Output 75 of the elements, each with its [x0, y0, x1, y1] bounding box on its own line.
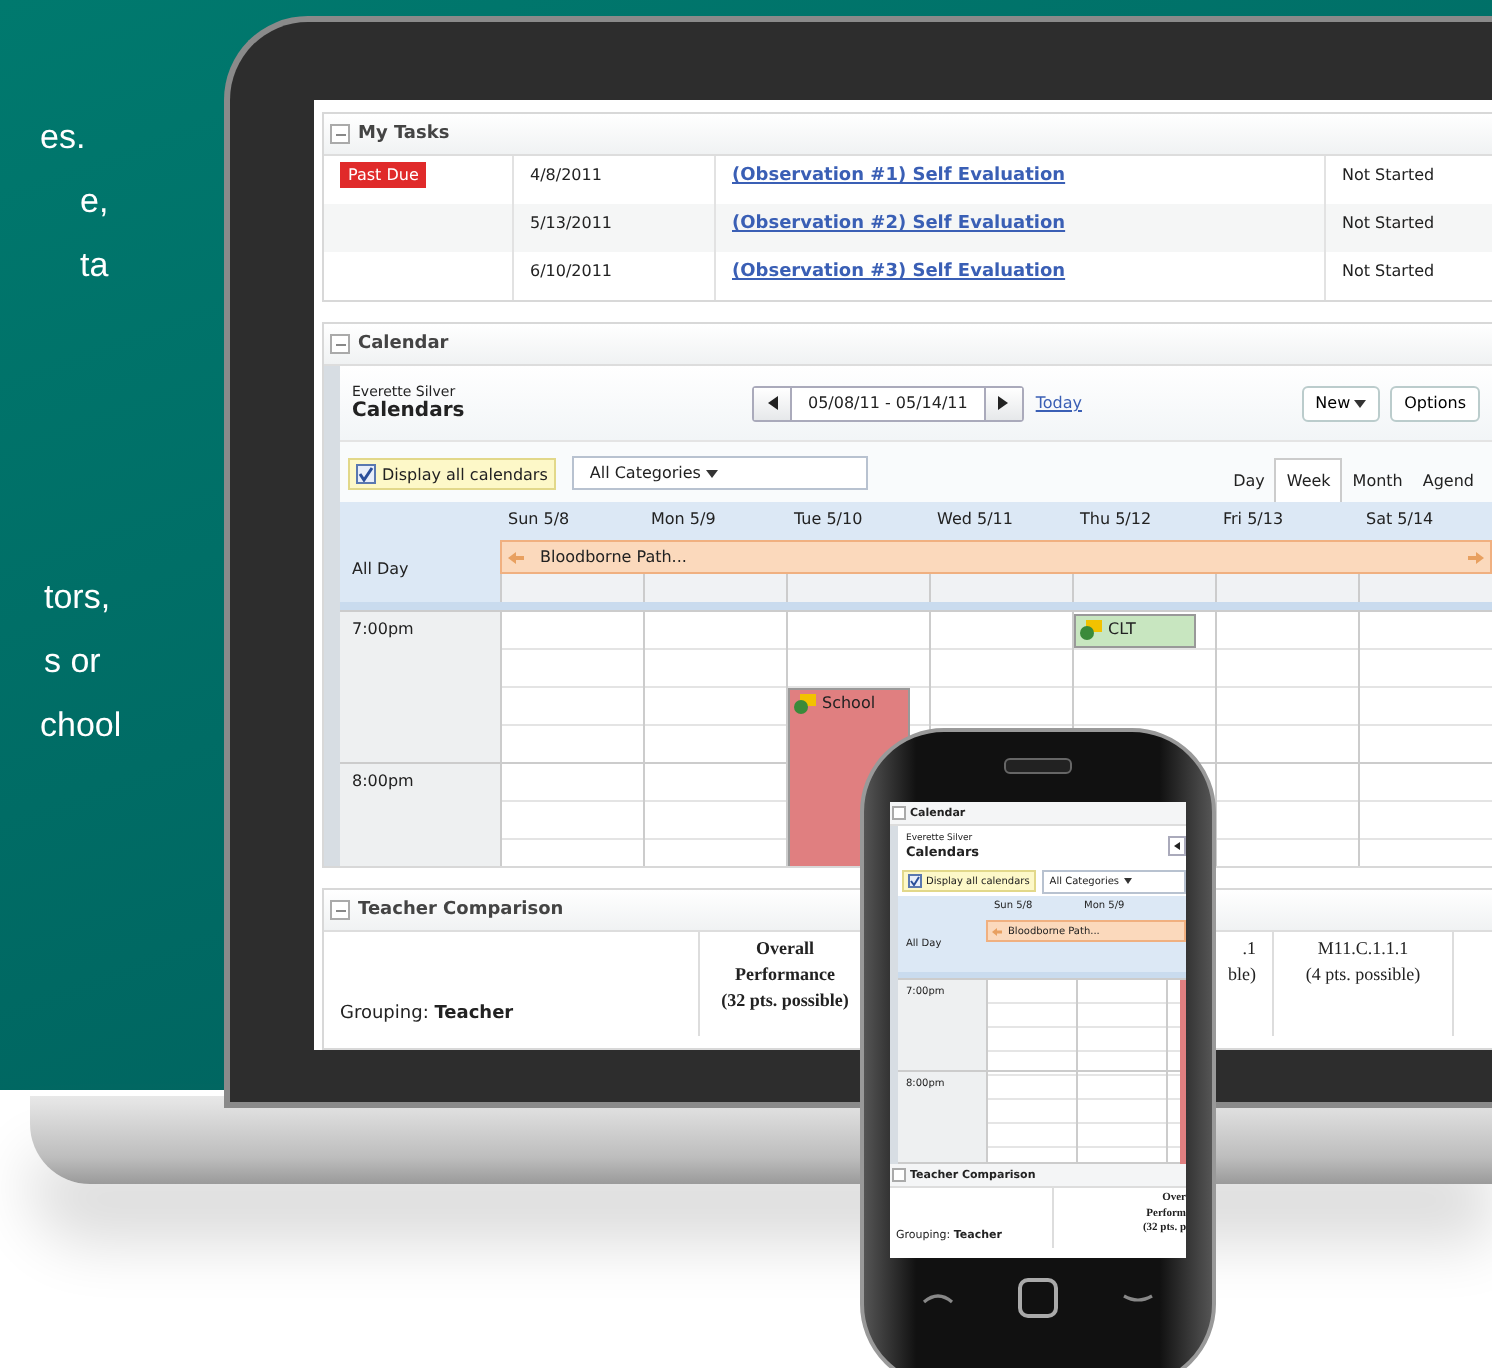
left-triangle-icon: [767, 396, 777, 410]
day-header: Tue 5/10: [794, 509, 863, 527]
day-header: Thu 5/12: [1080, 509, 1152, 527]
time-label: 7:00pm: [352, 620, 414, 638]
banner-text: ta: [80, 244, 111, 288]
options-button[interactable]: Options: [1390, 385, 1480, 421]
right-arrow-icon: [1468, 551, 1484, 563]
banner-text: chool: [40, 704, 124, 748]
task-date: 6/10/2011: [530, 262, 613, 280]
collapse-icon[interactable]: [330, 124, 350, 144]
task-date: 4/8/2011: [530, 166, 602, 184]
previous-button[interactable]: [1168, 836, 1186, 856]
day-header: Wed 5/11: [937, 509, 1013, 527]
checkmark-icon: [358, 466, 374, 482]
home-button[interactable]: [1018, 1278, 1058, 1318]
time-label: 8:00pm: [352, 772, 414, 790]
collapse-icon[interactable]: [330, 334, 350, 354]
column-heading: ble): [1228, 962, 1256, 988]
calendar-event[interactable]: CLT: [1074, 614, 1196, 648]
previous-button[interactable]: [754, 387, 790, 419]
column-heading: Overall: [756, 936, 814, 962]
left-arrow-icon: [508, 551, 524, 563]
view-tab[interactable]: Day: [1223, 458, 1275, 502]
banner-text: tors,: [44, 576, 113, 620]
right-triangle-icon: [998, 396, 1009, 410]
task-link[interactable]: (Observation #3) Self Evaluation: [732, 262, 1066, 282]
grouping-text: Grouping: Teacher: [340, 1004, 514, 1024]
panel-title: Calendar: [358, 334, 449, 354]
day-header: Sat 5/14: [1366, 509, 1434, 527]
checkbox[interactable]: [356, 464, 376, 484]
past-due-badge: Past Due: [340, 162, 427, 188]
column-heading: Performance: [735, 962, 835, 988]
day-header: Mon 5/9: [651, 509, 716, 527]
caret-icon: [1123, 878, 1132, 884]
day-header: Sun 5/8: [508, 509, 570, 527]
view-tab[interactable]: Week: [1274, 458, 1343, 502]
column-heading: (32 pts. possible): [721, 988, 849, 1014]
checkmark-icon: [910, 876, 920, 886]
task-link[interactable]: (Observation #2) Self Evaluation: [732, 214, 1066, 234]
checkbox-label: Display all calendars: [382, 465, 548, 483]
event-icon: [794, 694, 816, 714]
checkbox[interactable]: [908, 874, 922, 888]
task-status: Not Started: [1342, 214, 1435, 232]
column-heading: .1: [1242, 936, 1256, 962]
panel-title: Teacher Comparison: [358, 900, 564, 920]
panel-title: My Tasks: [358, 124, 450, 144]
task-date: 5/13/2011: [530, 214, 613, 232]
caret-icon: [706, 469, 719, 477]
category-dropdown[interactable]: All Categories: [571, 456, 868, 490]
left-triangle-icon: [1174, 842, 1180, 850]
view-tab[interactable]: Agend: [1412, 458, 1484, 502]
banner-text: s or: [44, 640, 103, 684]
column-heading: M11.C.1.1.1: [1317, 936, 1409, 962]
new-button[interactable]: New: [1301, 385, 1381, 421]
column-heading: (4 pts. possible): [1305, 962, 1421, 988]
banner-text: es.: [40, 116, 88, 160]
banner-text: e,: [80, 180, 111, 224]
task-link[interactable]: (Observation #1) Self Evaluation: [732, 166, 1066, 186]
display-all-checkbox[interactable]: Display all calendars: [348, 458, 556, 490]
all-day-label: All Day: [352, 559, 409, 577]
call-icon[interactable]: [922, 1292, 954, 1304]
left-arrow-icon: [992, 927, 1002, 935]
next-button[interactable]: [985, 387, 1022, 419]
today-link[interactable]: Today: [1035, 394, 1082, 412]
hang-up-icon[interactable]: [1122, 1292, 1154, 1304]
calendar-heading: Calendars: [352, 400, 467, 422]
day-header: Fri 5/13: [1223, 509, 1284, 527]
all-day-event[interactable]: Bloodborne Path...: [500, 540, 1492, 574]
view-tab[interactable]: Month: [1342, 458, 1413, 502]
task-status: Not Started: [1342, 166, 1435, 184]
collapse-icon[interactable]: [330, 900, 350, 920]
event-icon: [1080, 620, 1102, 640]
caret-icon: [1354, 399, 1367, 407]
task-status: Not Started: [1342, 262, 1435, 280]
speaker-icon: [1004, 758, 1072, 774]
